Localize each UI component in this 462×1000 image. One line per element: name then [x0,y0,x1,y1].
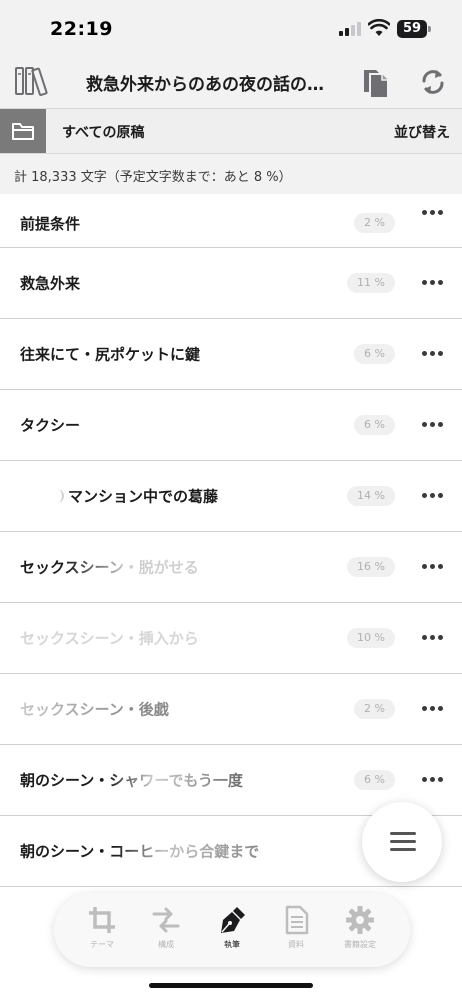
list-item[interactable]: セックスシーン・後戯 2 % [0,674,462,745]
more-icon[interactable] [422,351,444,357]
item-title: セックスシーン・後戯 [20,700,169,719]
status-bar: 22:19 59 [0,0,462,56]
screen: 22:19 59 救急外来からのあの夜の話の… すべての原稿 並び替え 計 18… [0,0,462,1000]
status-time: 22:19 [50,18,113,40]
percent-badge: 2 % [354,699,395,719]
manuscript-list: 前提条件 2 % 救急外来 11 % 往来にて・尻ポケットに鍵 6 % タクシー… [0,194,462,887]
list-item[interactable]: セックスシーン・挿入から 10 % [0,603,462,674]
item-title: 朝のシーン・シャワーでもう一度 [20,771,243,790]
sort-button[interactable]: 並び替え [394,122,450,142]
hamburger-icon-line [390,848,416,851]
character-count-text: 計 18,333 文字（予定文字数まで：あと 8 %） [14,170,292,185]
tab-label: 執筆 [224,940,240,949]
copy-icon[interactable] [360,64,392,100]
structure-icon [152,907,180,933]
item-title: 前提条件 [20,215,81,233]
tab-label: 書籍設定 [344,940,376,949]
battery-level: 59 [402,21,422,36]
more-icon[interactable] [422,210,444,216]
more-icon[interactable] [422,280,444,286]
percent-badge: 11 % [347,273,395,293]
character-count-bar: 計 18,333 文字（予定文字数まで：あと 8 %） [0,154,462,194]
sync-icon[interactable] [418,66,448,98]
more-icon[interactable] [422,493,444,499]
list-item[interactable]: 救急外来 11 % [0,248,462,319]
more-icon[interactable] [422,422,444,428]
tab-book-settings[interactable]: 書籍設定 [330,905,390,959]
tab-writing[interactable]: 執筆 [202,905,262,959]
pen-icon [221,907,245,933]
percent-badge: 6 % [354,415,395,435]
home-indicator [149,983,313,988]
item-title: セックスシーン・挿入から [20,629,199,648]
item-title: 救急外来 [20,274,81,293]
indent-marker [56,489,64,503]
hamburger-icon-line [390,840,416,843]
item-title: 朝のシーン・コーヒーから合鍵まで [20,842,260,861]
item-title: セックスシーン・脱がせる [20,558,199,577]
tab-label: 構成 [158,940,174,949]
tab-structure[interactable]: 構成 [136,905,196,959]
signal-icon [339,22,363,36]
tab-theme[interactable]: テーマ [72,905,132,959]
battery-icon: 59 [397,20,431,38]
bookshelf-icon[interactable] [14,64,52,98]
more-icon[interactable] [422,777,444,783]
more-icon[interactable] [422,635,444,641]
crop-icon [89,907,115,933]
item-title: マンション中での葛藤 [68,487,219,506]
list-item[interactable]: セックスシーン・脱がせる 16 % [0,532,462,603]
more-icon[interactable] [422,706,444,712]
folder-button[interactable] [0,109,46,153]
percent-badge: 2 % [354,213,395,233]
percent-badge: 16 % [347,557,395,577]
page-title: 救急外来からのあの夜の話の… [86,75,324,95]
list-item[interactable]: 前提条件 2 % [0,194,462,248]
percent-badge: 14 % [347,486,395,506]
item-title: 往来にて・尻ポケットに鍵 [20,345,201,364]
hamburger-icon [390,832,416,835]
tab-materials[interactable]: 資料 [266,905,326,959]
tab-label: 資料 [288,940,304,949]
percent-badge: 10 % [347,628,395,648]
item-title: タクシー [20,416,81,435]
tab-label: テーマ [90,940,114,949]
folder-bar: すべての原稿 並び替え [0,108,462,154]
folder-label[interactable]: すべての原稿 [62,122,144,142]
list-item[interactable]: タクシー 6 % [0,390,462,461]
more-icon[interactable] [422,564,444,570]
nav-bar: 救急外来からのあの夜の話の… [0,56,462,108]
wifi-icon [368,19,390,36]
bottom-tab-bar: テーマ 構成 執筆 資料 書籍設定 [54,893,410,967]
list-item[interactable]: マンション中での葛藤 14 % [0,461,462,532]
gear-icon [346,906,374,934]
list-item[interactable]: 往来にて・尻ポケットに鍵 6 % [0,319,462,390]
percent-badge: 6 % [354,344,395,364]
menu-button[interactable] [362,802,442,882]
document-icon [285,905,309,935]
percent-badge: 6 % [354,770,395,790]
folder-icon [12,123,34,140]
